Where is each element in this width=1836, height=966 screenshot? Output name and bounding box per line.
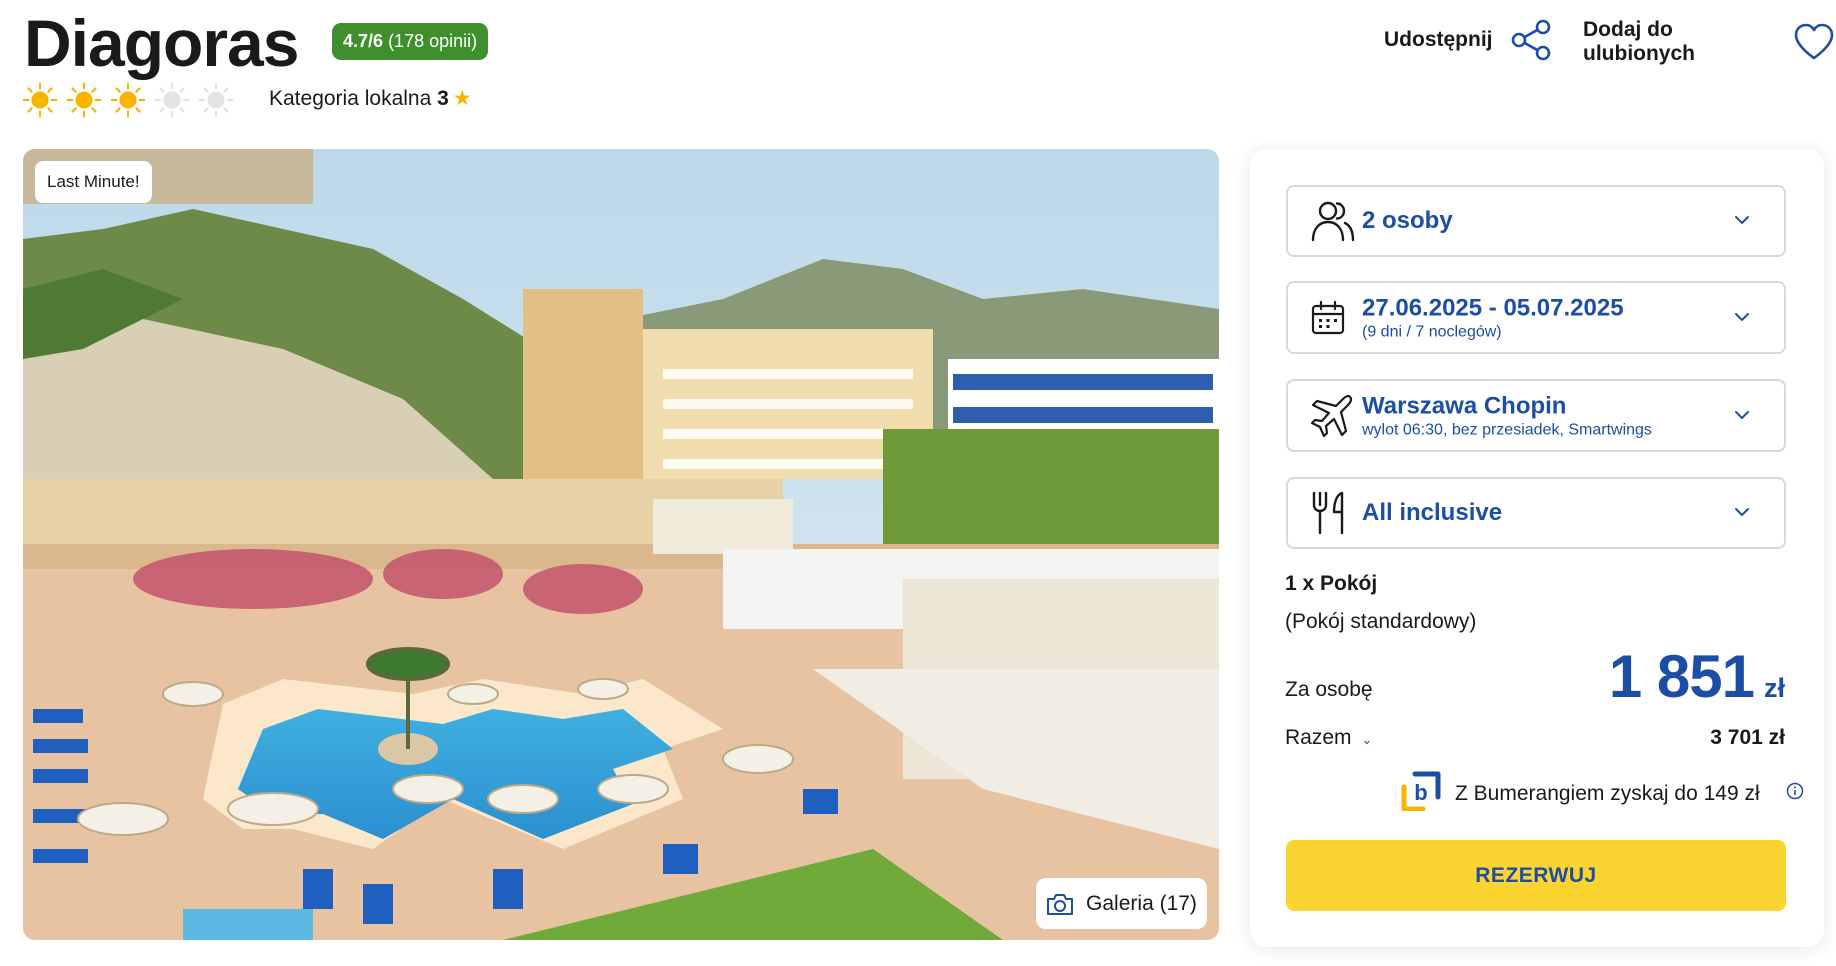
local-category-value: 3 xyxy=(437,87,449,110)
departure-sub: wylot 06:30, bez przesiadek, Smartwings xyxy=(1362,421,1652,438)
sun-icon xyxy=(66,82,102,118)
svg-text:b: b xyxy=(1414,780,1427,805)
price-per-person: 1 851 zł xyxy=(1609,642,1785,711)
sun-icon xyxy=(110,82,146,118)
plane-icon xyxy=(1310,393,1356,439)
travelers-select[interactable]: 2 osoby xyxy=(1286,185,1786,257)
chevron-down-icon xyxy=(1734,407,1750,425)
dates-sub: (9 dni / 7 noclegów) xyxy=(1362,323,1502,340)
rating-score: 4.7/6 xyxy=(343,31,384,51)
favorite-label: Dodaj do ulubionych xyxy=(1583,18,1695,65)
price-value: 1 851 xyxy=(1608,643,1755,710)
total-label: Razem xyxy=(1285,726,1352,749)
dates-value: 27.06.2025 - 05.07.2025 xyxy=(1362,294,1624,321)
bumerang-text: Z Bumerangiem zyskaj do 149 zł xyxy=(1455,781,1760,805)
travelers-value: 2 osoby xyxy=(1362,207,1453,234)
share-label: Udostępnij xyxy=(1384,28,1493,51)
favorite-button[interactable]: Dodaj do ulubionych xyxy=(1583,18,1836,66)
chevron-down-icon: ⌄ xyxy=(1361,732,1373,747)
price-currency: zł xyxy=(1763,673,1785,703)
sun-rating xyxy=(22,82,234,118)
dates-select[interactable]: 27.06.2025 - 05.07.2025 (9 dni / 7 nocle… xyxy=(1286,281,1786,354)
heart-icon xyxy=(1792,20,1836,64)
sun-icon xyxy=(22,82,58,118)
per-person-label: Za osobę xyxy=(1285,678,1373,701)
board-value: All inclusive xyxy=(1362,499,1503,526)
users-icon xyxy=(1310,198,1356,244)
bumerang-logo-icon: b xyxy=(1401,771,1441,816)
calendar-icon xyxy=(1310,300,1346,336)
board-select[interactable]: All inclusive xyxy=(1286,477,1786,549)
total-value: 3 701 zł xyxy=(1710,726,1785,749)
room-type: (Pokój standardowy) xyxy=(1285,610,1477,633)
cutlery-icon xyxy=(1310,490,1352,536)
share-icon xyxy=(1509,18,1553,62)
gallery-button[interactable]: Galeria (17) xyxy=(1036,878,1207,929)
chevron-down-icon xyxy=(1734,212,1750,230)
book-button[interactable]: REZERWUJ xyxy=(1286,840,1786,911)
room-count: 1 x Pokój xyxy=(1285,572,1378,595)
sun-empty-icon xyxy=(154,82,190,118)
bumerang-promo: b Z Bumerangiem zyskaj do 149 zł xyxy=(1401,771,1804,816)
departure-select[interactable]: Warszawa Chopin wylot 06:30, bez przesia… xyxy=(1286,379,1786,452)
local-category: Kategoria lokalna 3 ★ xyxy=(269,86,472,111)
hotel-photo[interactable] xyxy=(23,149,1219,940)
rating-badge[interactable]: 4.7/6 (178 opinii) xyxy=(332,23,489,60)
last-minute-badge: Last Minute! xyxy=(35,161,152,203)
gallery-label: Galeria (17) xyxy=(1086,891,1197,915)
departure-value: Warszawa Chopin xyxy=(1362,392,1567,419)
chevron-down-icon xyxy=(1734,309,1750,327)
total-toggle[interactable]: Razem ⌄ xyxy=(1285,726,1372,750)
local-category-label: Kategoria lokalna xyxy=(269,87,432,110)
hotel-name: Diagoras xyxy=(24,6,299,80)
share-button[interactable]: Udostępnij xyxy=(1384,18,1553,62)
star-icon: ★ xyxy=(452,87,472,110)
chevron-down-icon xyxy=(1734,504,1750,522)
camera-icon xyxy=(1046,892,1074,916)
sun-empty-icon xyxy=(198,82,234,118)
info-icon[interactable] xyxy=(1786,782,1804,805)
rating-count: (178 opinii) xyxy=(388,31,478,51)
